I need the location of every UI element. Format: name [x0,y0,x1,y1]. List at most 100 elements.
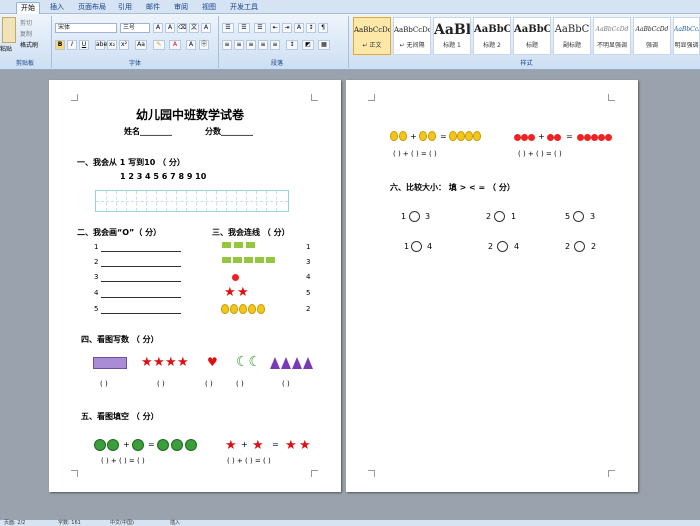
font-color-button[interactable]: A [169,40,181,50]
answer-blank[interactable]: ( ) [236,380,244,388]
draw-line-label: 1 [94,243,99,251]
paragraph-group-label: 段落 [270,60,283,67]
fill-equation[interactable]: ( ) + ( ) = ( ) [101,457,145,465]
compare-circle[interactable] [409,211,420,222]
draw-line[interactable] [101,251,181,252]
chinese-layout-button[interactable]: A [294,23,304,33]
draw-line[interactable] [101,313,181,314]
bullets-button[interactable]: ☰ [222,23,234,33]
borders-button[interactable]: ▦ [318,40,330,50]
draw-line[interactable] [101,266,181,267]
clear-format-button[interactable]: ⌫ [177,23,187,33]
language-indicator[interactable]: 中文(中国) [110,520,134,526]
copy-button[interactable]: 复制 [20,29,32,38]
subscript-button[interactable]: x₂ [107,40,117,50]
style-heading-1[interactable]: AaBl 标题 1 [433,17,471,55]
grid-line [266,191,267,211]
format-painter-button[interactable]: 格式刷 [20,40,38,49]
align-right-button[interactable]: ≡ [246,40,256,50]
tab-insert[interactable]: 插入 [46,2,68,14]
paste-icon[interactable] [2,17,16,43]
underline-button[interactable]: U [79,40,89,50]
style-heading-2[interactable]: AaBbC 标题 2 [473,17,511,55]
justify-button[interactable]: ≡ [258,40,268,50]
paste-button[interactable]: 粘贴 [0,44,12,53]
tab-developer[interactable]: 开发工具 [226,2,262,14]
draw-line[interactable] [101,281,181,282]
grid-line [216,191,217,211]
tab-review[interactable]: 审阅 [170,2,192,14]
strikethrough-button[interactable]: abe [95,40,107,50]
apple-icon [598,134,605,141]
fill-equation[interactable]: ( ) + ( ) = ( ) [227,457,271,465]
insert-mode[interactable]: 插入 [170,520,180,526]
char-border-button[interactable]: A [201,23,211,33]
style-subtle-emphasis[interactable]: AaBbCcDd 不明显强调 [593,17,631,55]
italic-button[interactable]: I [67,40,77,50]
font-size-combo[interactable]: 三号 [120,23,150,33]
phonetic-button[interactable]: 文 [189,23,199,33]
char-shading-button[interactable]: A [186,40,196,50]
apple-icon [514,134,521,141]
style-emphasis[interactable]: AaBbCcDd 强调 [633,17,671,55]
compare-circle[interactable] [494,211,505,222]
answer-blank[interactable]: ( ) [157,380,165,388]
word-count[interactable]: 字数: 161 [58,520,81,526]
fill-equation[interactable]: ( ) + ( ) = ( ) [393,150,437,158]
star-icon: ★ [141,355,153,370]
margin-mark [608,470,615,477]
style-name: ↵ 无间隔 [399,42,425,49]
cut-button[interactable]: 剪切 [20,18,32,27]
font-name-combo[interactable]: 宋体 [55,23,117,33]
change-case-button[interactable]: Aa [135,40,147,50]
tab-references[interactable]: 引用 [114,2,136,14]
grid-line [146,191,147,211]
style-title[interactable]: AaBbC 标题 [513,17,551,55]
compare-circle[interactable] [573,211,584,222]
tab-home[interactable]: 开始 [16,2,40,14]
answer-blank[interactable]: ( ) [205,380,213,388]
align-center-button[interactable]: ≡ [234,40,244,50]
tab-page-layout[interactable]: 页面布局 [74,2,110,14]
distribute-button[interactable]: ≡ [270,40,280,50]
compare-circle[interactable] [497,241,508,252]
answer-blank[interactable]: ( ) [282,380,290,388]
margin-mark [368,470,375,477]
pear-icon [390,131,398,141]
compare-left: 5 [565,212,571,221]
multilevel-list-button[interactable]: ☰ [254,23,266,33]
compare-circle[interactable] [574,241,585,252]
page-indicator[interactable]: 页面: 2/2 [4,520,25,526]
enclose-char-button[interactable]: ㊉ [199,40,209,50]
grow-font-button[interactable]: A [153,23,163,33]
writing-grid[interactable] [95,190,289,212]
sort-button[interactable]: ↕ [306,23,316,33]
superscript-button[interactable]: x² [119,40,129,50]
draw-line-label: 3 [94,273,99,281]
decrease-indent-button[interactable]: ⇤ [270,23,280,33]
tab-view[interactable]: 视图 [198,2,220,14]
face-icon [132,439,144,451]
shrink-font-button[interactable]: A [165,23,175,33]
draw-line[interactable] [101,297,181,298]
compare-left: 2 [488,242,494,251]
compare-circle[interactable] [411,241,422,252]
line-spacing-button[interactable]: ↕ [286,40,298,50]
show-marks-button[interactable]: ¶ [318,23,328,33]
margin-mark [608,94,615,101]
highlight-color-button[interactable]: ✎ [153,40,165,50]
fill-equation[interactable]: ( ) + ( ) = ( ) [518,150,562,158]
style-subtitle[interactable]: AaBbC 副标题 [553,17,591,55]
style-name: 不明显强调 [596,42,627,49]
numbering-button[interactable]: ☰ [238,23,250,33]
tab-mailings[interactable]: 邮件 [142,2,164,14]
increase-indent-button[interactable]: ⇥ [282,23,292,33]
bold-button[interactable]: B [55,40,65,50]
answer-blank[interactable]: ( ) [100,380,108,388]
align-left-button[interactable]: ≡ [222,40,232,50]
style-intense-emphasis[interactable]: AaBbCcDd 明显强调 [673,17,700,55]
section-4-heading: 四、看图写数 （ 分） [81,335,159,344]
style-normal[interactable]: AaBbCcDc ↵ 正文 [353,17,391,55]
shading-button[interactable]: ◩ [302,40,314,50]
style-no-spacing[interactable]: AaBbCcDc ↵ 无间隔 [393,17,431,55]
